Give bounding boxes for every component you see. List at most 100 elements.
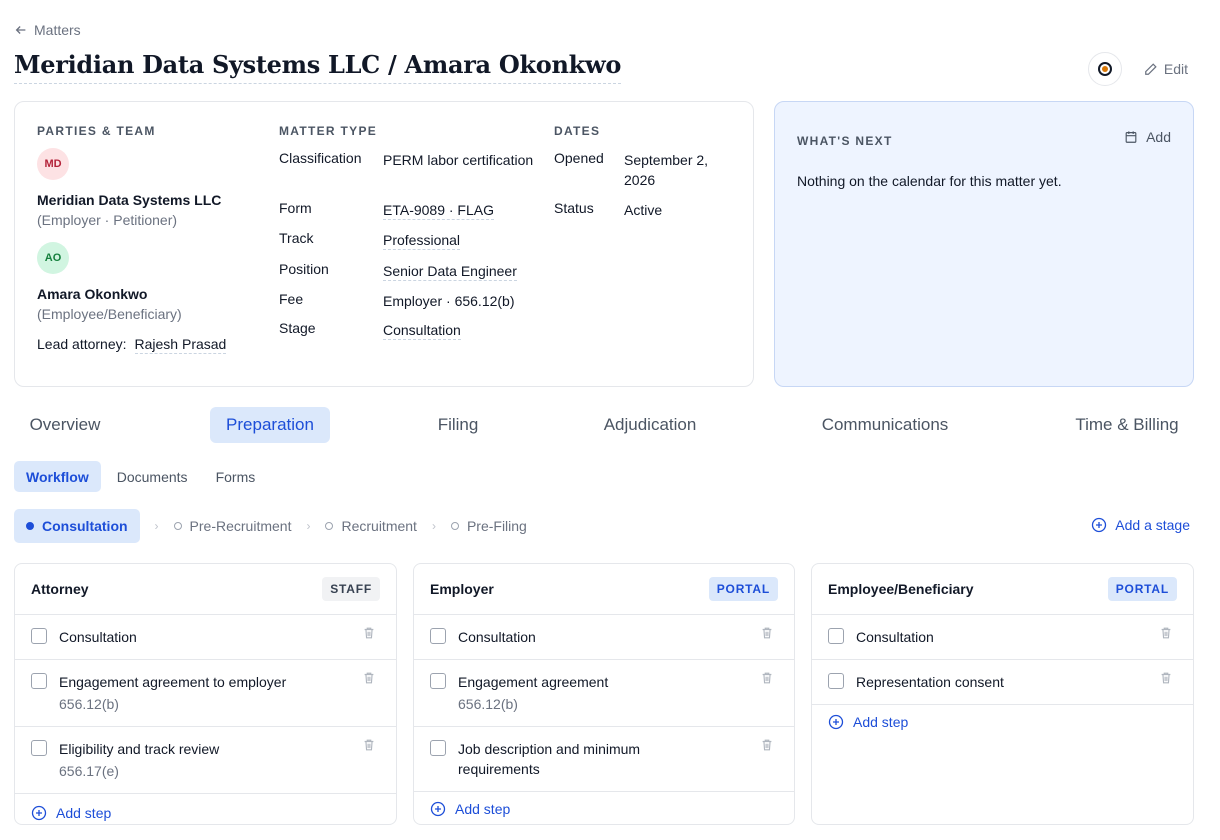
lead-attorney-value[interactable]: Rajesh Prasad bbox=[134, 336, 227, 354]
party-name: Meridian Data Systems LLC bbox=[37, 192, 222, 208]
tab-filing[interactable]: Filing bbox=[422, 407, 494, 443]
trash-icon[interactable] bbox=[362, 738, 376, 752]
step-checkbox[interactable] bbox=[828, 673, 844, 689]
field-value[interactable]: Consultation bbox=[383, 322, 461, 340]
field-value[interactable]: Senior Data Engineer bbox=[383, 263, 517, 281]
whats-next-card: WHAT'S NEXT Add Nothing on the calendar … bbox=[774, 101, 1194, 387]
field-form: Form ETA-9089 · FLAG bbox=[279, 200, 539, 230]
step-citation: 656.17(e) bbox=[59, 763, 119, 779]
subtab-forms[interactable]: Forms bbox=[204, 461, 268, 492]
trash-icon[interactable] bbox=[760, 626, 774, 640]
tab-overview[interactable]: Overview bbox=[14, 407, 116, 443]
step-checkbox[interactable] bbox=[430, 740, 446, 756]
step-row: Representation consent bbox=[812, 660, 1193, 705]
employer-column: Employer PORTAL Consultation Engagement … bbox=[413, 563, 795, 825]
step-label: Eligibility and track review bbox=[59, 741, 220, 757]
tab-communications[interactable]: Communications bbox=[810, 407, 960, 443]
whats-next-heading: WHAT'S NEXT bbox=[797, 134, 893, 148]
pencil-icon bbox=[1145, 63, 1157, 75]
chevron-right-icon: › bbox=[431, 519, 436, 533]
page-title[interactable]: Meridian Data Systems LLC / Amara Okonkw… bbox=[14, 50, 621, 84]
stage-dot-icon bbox=[26, 522, 34, 530]
stage-dot-icon bbox=[173, 522, 182, 530]
matter-info-card: PARTIES & TEAM MD Meridian Data Systems … bbox=[14, 101, 754, 387]
subtab-documents[interactable]: Documents bbox=[105, 461, 200, 492]
trash-icon[interactable] bbox=[362, 626, 376, 640]
subtab-workflow[interactable]: Workflow bbox=[14, 461, 101, 492]
arrow-left-icon bbox=[15, 26, 26, 34]
timer-button[interactable] bbox=[1087, 52, 1122, 86]
step-citation: 656.12(b) bbox=[458, 696, 518, 712]
stage-recruitment[interactable]: Recruitment bbox=[325, 509, 417, 543]
lead-attorney: Lead attorney: Rajesh Prasad bbox=[37, 336, 257, 354]
add-step-button[interactable]: Add step bbox=[812, 705, 1193, 741]
sub-tabs: Workflow Documents Forms bbox=[14, 461, 267, 492]
stage-pre-recruitment[interactable]: Pre-Recruitment bbox=[173, 509, 292, 543]
edit-button[interactable]: Edit bbox=[1138, 55, 1194, 83]
add-step-button[interactable]: Add step bbox=[414, 792, 794, 824]
staff-badge: STAFF bbox=[322, 577, 380, 601]
step-checkbox[interactable] bbox=[430, 673, 446, 689]
field-value[interactable]: Professional bbox=[383, 232, 461, 250]
field-value: PERM labor certification bbox=[383, 152, 534, 168]
beneficiary-column: Employee/Beneficiary PORTAL Consultation… bbox=[811, 563, 1194, 825]
step-row: Consultation bbox=[812, 615, 1193, 660]
add-stage-button[interactable]: Add a stage bbox=[1091, 517, 1190, 533]
add-step-label: Add step bbox=[455, 801, 511, 817]
step-checkbox[interactable] bbox=[31, 628, 47, 644]
field-key: Status bbox=[554, 200, 594, 216]
add-stage-label: Add a stage bbox=[1115, 517, 1190, 533]
stage-pre-filing[interactable]: Pre-Filing bbox=[450, 509, 527, 543]
tab-time-billing[interactable]: Time & Billing bbox=[1066, 407, 1188, 443]
portal-badge: PORTAL bbox=[1107, 577, 1177, 601]
chevron-right-icon: › bbox=[306, 519, 311, 533]
step-label: Consultation bbox=[856, 629, 934, 645]
field-status: Status Active bbox=[554, 200, 734, 220]
trash-icon[interactable] bbox=[760, 671, 774, 685]
parties-section: PARTIES & TEAM MD Meridian Data Systems … bbox=[37, 124, 257, 354]
tab-preparation[interactable]: Preparation bbox=[210, 407, 330, 443]
step-label: Engagement agreement to employer bbox=[59, 674, 287, 690]
party-role: (Employee/Beneficiary) bbox=[37, 306, 182, 322]
field-track: Track Professional bbox=[279, 230, 539, 261]
step-checkbox[interactable] bbox=[31, 673, 47, 689]
record-icon bbox=[1097, 62, 1112, 76]
stage-stepper: Consultation › Pre-Recruitment › Recruit… bbox=[14, 509, 527, 543]
add-event-button[interactable]: Add bbox=[1124, 129, 1171, 145]
lead-attorney-label: Lead attorney: bbox=[37, 336, 127, 352]
calendar-icon bbox=[1125, 131, 1137, 143]
edit-label: Edit bbox=[1163, 61, 1188, 77]
add-step-button[interactable]: Add step bbox=[15, 794, 396, 824]
column-title: Employer bbox=[430, 581, 494, 597]
stage-label: Pre-Filing bbox=[466, 518, 527, 534]
field-key: Track bbox=[279, 230, 314, 246]
trash-icon[interactable] bbox=[760, 738, 774, 752]
step-row: Consultation bbox=[15, 615, 396, 660]
tab-adjudication[interactable]: Adjudication bbox=[590, 407, 710, 443]
dates-heading: DATES bbox=[554, 124, 601, 138]
field-key: Classification bbox=[279, 150, 362, 166]
step-label: Consultation bbox=[59, 629, 137, 645]
trash-icon[interactable] bbox=[1159, 626, 1173, 640]
back-to-matters-link[interactable]: Matters bbox=[14, 22, 81, 38]
step-label: Engagement agreement bbox=[458, 674, 609, 690]
step-checkbox[interactable] bbox=[31, 740, 47, 756]
step-checkbox[interactable] bbox=[430, 628, 446, 644]
field-value: Employer · 656.12(b) bbox=[383, 293, 515, 309]
field-value[interactable]: ETA-9089 · FLAG bbox=[383, 202, 495, 220]
matter-type-section: MATTER TYPE Classification PERM labor ce… bbox=[279, 124, 539, 340]
step-label: Consultation bbox=[458, 629, 536, 645]
add-event-label: Add bbox=[1146, 129, 1171, 145]
step-checkbox[interactable] bbox=[828, 628, 844, 644]
step-row: Consultation bbox=[414, 615, 794, 660]
stage-label: Recruitment bbox=[341, 518, 417, 534]
stage-dot-icon bbox=[450, 522, 459, 530]
add-step-label: Add step bbox=[853, 714, 909, 730]
trash-icon[interactable] bbox=[1159, 671, 1173, 685]
field-key: Fee bbox=[279, 291, 304, 307]
trash-icon[interactable] bbox=[362, 671, 376, 685]
back-label: Matters bbox=[34, 22, 81, 38]
stage-label: Pre-Recruitment bbox=[189, 518, 292, 534]
field-stage: Stage Consultation bbox=[279, 320, 539, 340]
stage-consultation[interactable]: Consultation bbox=[14, 509, 140, 543]
